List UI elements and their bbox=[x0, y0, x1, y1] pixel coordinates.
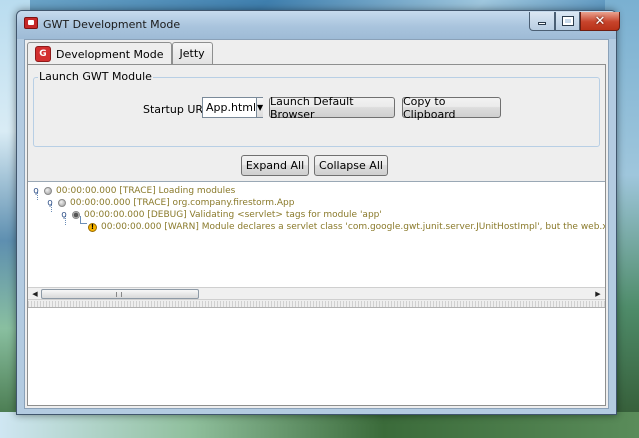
collapse-all-button[interactable]: Collapse All bbox=[314, 155, 388, 176]
trace-level-icon bbox=[44, 187, 52, 195]
scroll-right-icon[interactable]: ▶ bbox=[592, 288, 604, 300]
window-title: GWT Development Mode bbox=[43, 18, 181, 31]
minimize-icon bbox=[538, 22, 546, 25]
tab-strip: G Development Mode Jetty bbox=[27, 42, 213, 65]
log-message: 00:00:00.000 [TRACE] org.company.firesto… bbox=[70, 198, 295, 208]
debug-level-icon bbox=[72, 211, 80, 219]
tree-row[interactable]: ! 00:00:00.000 [WARN] Module declares a … bbox=[84, 221, 605, 233]
startup-url-value: App.html bbox=[206, 101, 257, 114]
close-button[interactable]: ✕ bbox=[580, 12, 620, 31]
tab-development-mode[interactable]: G Development Mode bbox=[27, 42, 172, 65]
scroll-left-icon[interactable]: ◀ bbox=[29, 288, 41, 300]
tab-label: Development Mode bbox=[56, 47, 164, 61]
maximize-button[interactable] bbox=[555, 12, 580, 31]
group-legend: Launch GWT Module bbox=[38, 70, 153, 83]
warning-icon: ! bbox=[88, 222, 97, 232]
grip-icon bbox=[116, 292, 122, 297]
copy-to-clipboard-button[interactable]: Copy to Clipboard bbox=[402, 95, 501, 121]
horizontal-scrollbar[interactable]: ◀ ▶ bbox=[28, 287, 605, 300]
gwt-dev-mode-window: GWT Development Mode ✕ G Development Mod… bbox=[16, 10, 620, 415]
minimize-button[interactable] bbox=[529, 12, 555, 31]
tree-toggle-icon[interactable]: ϙ bbox=[46, 198, 54, 208]
launch-module-group: Launch GWT Module Startup URL: App.html … bbox=[33, 70, 600, 147]
log-message: 00:00:00.000 [TRACE] Loading modules bbox=[56, 186, 236, 196]
close-icon: ✕ bbox=[594, 13, 606, 29]
launch-default-browser-button[interactable]: Launch Default Browser bbox=[269, 95, 395, 121]
gwt-logo-icon: G bbox=[35, 46, 51, 62]
development-mode-panel: Launch GWT Module Startup URL: App.html … bbox=[27, 64, 606, 406]
tree-row[interactable]: ϙ 00:00:00.000 [TRACE] Loading modules bbox=[32, 185, 235, 197]
desktop-background-bottom bbox=[0, 412, 639, 438]
log-detail-pane[interactable] bbox=[28, 308, 605, 405]
tab-label: Jetty bbox=[179, 47, 205, 60]
startup-url-combo[interactable]: App.html ▼ bbox=[202, 97, 264, 118]
tree-row[interactable]: ϙ 00:00:00.000 [TRACE] org.company.fires… bbox=[46, 197, 294, 209]
log-message: 00:00:00.000 [DEBUG] Validating <servlet… bbox=[84, 210, 382, 220]
title-bar[interactable]: GWT Development Mode ✕ bbox=[17, 11, 620, 39]
chevron-down-icon[interactable]: ▼ bbox=[256, 98, 264, 117]
tree-row[interactable]: ϙ 00:00:00.000 [DEBUG] Validating <servl… bbox=[60, 209, 382, 221]
log-tree[interactable]: ϙ 00:00:00.000 [TRACE] Loading modules ϙ… bbox=[28, 181, 605, 288]
gwt-logo-icon bbox=[24, 17, 38, 29]
expand-all-button[interactable]: Expand All bbox=[241, 155, 309, 176]
log-message: 00:00:00.000 [WARN] Module declares a se… bbox=[101, 222, 605, 232]
tree-toggle-icon[interactable]: ϙ bbox=[60, 210, 68, 220]
maximize-icon bbox=[561, 16, 574, 26]
pane-splitter[interactable] bbox=[28, 301, 605, 308]
scroll-thumb[interactable] bbox=[41, 289, 199, 299]
tree-toggle-icon[interactable]: ϙ bbox=[32, 186, 40, 196]
tab-jetty[interactable]: Jetty bbox=[171, 42, 213, 64]
window-client-area: G Development Mode Jetty Launch GWT Modu… bbox=[24, 39, 609, 409]
trace-level-icon bbox=[58, 199, 66, 207]
